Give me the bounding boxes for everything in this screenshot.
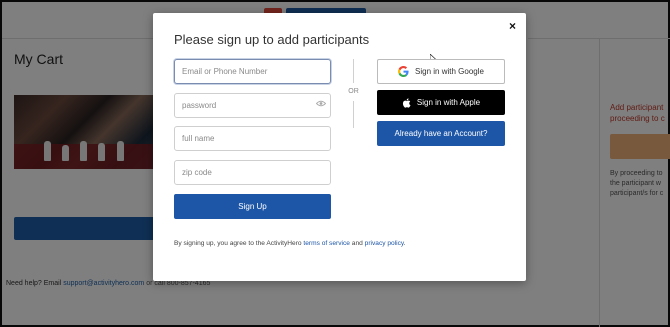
existing-account-label: Already have an Account? bbox=[394, 129, 488, 138]
existing-account-button[interactable]: Already have an Account? bbox=[377, 121, 505, 146]
zip-code-field[interactable] bbox=[174, 160, 331, 185]
signup-modal: × Please sign up to add participants Sig… bbox=[153, 13, 526, 281]
apple-signin-label: Sign in with Apple bbox=[416, 98, 481, 107]
google-signin-label: Sign in with Google bbox=[415, 67, 484, 76]
terms-of-service-link[interactable]: terms of service bbox=[303, 240, 350, 247]
google-signin-button[interactable]: Sign in with Google bbox=[377, 59, 505, 84]
terms-and: and bbox=[351, 240, 363, 247]
or-divider-bottom bbox=[353, 101, 354, 128]
apple-signin-button[interactable]: Sign in with Apple bbox=[377, 90, 505, 115]
apple-icon bbox=[402, 97, 411, 108]
google-icon bbox=[398, 66, 409, 77]
email-field[interactable] bbox=[174, 59, 331, 84]
password-field[interactable] bbox=[174, 93, 331, 118]
terms-text: By signing up, you agree to the Activity… bbox=[174, 240, 406, 247]
sign-up-button[interactable]: Sign Up bbox=[174, 194, 331, 219]
or-label: OR bbox=[348, 88, 359, 95]
terms-prefix: By signing up, you agree to the Activity… bbox=[174, 240, 302, 247]
modal-title: Please sign up to add participants bbox=[174, 32, 370, 47]
close-icon[interactable]: × bbox=[509, 19, 516, 33]
or-divider-top bbox=[353, 59, 354, 83]
fullname-field[interactable] bbox=[174, 126, 331, 151]
terms-period: . bbox=[403, 240, 406, 247]
privacy-policy-link[interactable]: privacy policy bbox=[365, 240, 404, 247]
eye-icon[interactable] bbox=[316, 100, 326, 107]
